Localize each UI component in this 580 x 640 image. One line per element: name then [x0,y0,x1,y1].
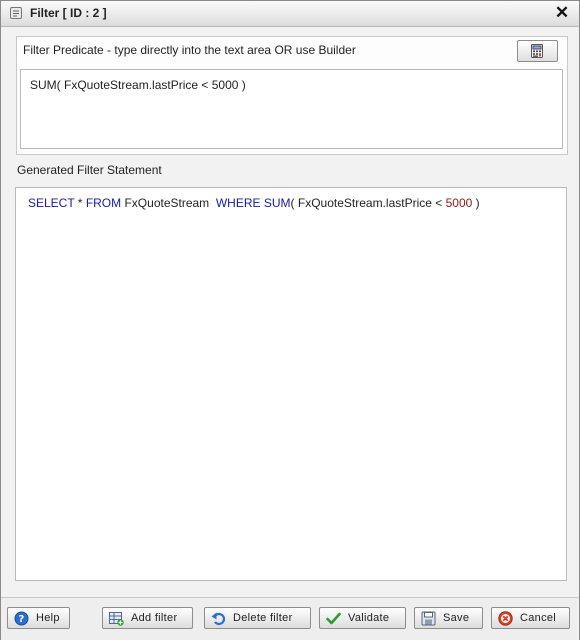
cancel-icon [498,611,513,626]
sql-open-paren: ( [290,196,298,210]
sql-stream-name: FxQuoteStream [121,196,216,210]
undo-icon [211,612,226,626]
sql-field: FxQuoteStream.lastPrice [297,196,432,210]
svg-text:?: ? [18,614,24,625]
cancel-button[interactable]: Cancel [491,607,570,629]
close-icon: ✕ [554,3,570,22]
delete-filter-button[interactable]: Delete filter [204,607,311,629]
sql-keyword-from: FROM [85,196,122,210]
filter-predicate-value: SUM( FxQuoteStream.lastPrice < 5000 ) [30,78,246,92]
add-filter-icon [109,612,124,626]
sql-operator: < [431,196,446,210]
add-filter-label: Add filter [131,612,178,624]
sql-close-paren: ) [472,196,480,210]
filter-predicate-panel: Filter Predicate - type directly into th… [16,36,568,155]
calculator-icon [531,44,543,58]
help-icon: ? [14,611,29,626]
floppy-disk-icon [421,611,436,626]
add-filter-button[interactable]: Add filter [102,607,193,629]
save-label: Save [443,612,470,624]
filter-predicate-textarea[interactable]: SUM( FxQuoteStream.lastPrice < 5000 ) [20,69,563,149]
filter-dialog: Filter [ ID : 2 ] ✕ Filter Predicate - t… [0,0,580,640]
validate-label: Validate [348,612,390,624]
cancel-label: Cancel [520,612,557,624]
sql-star: * [74,196,86,210]
sql-number: 5000 [445,196,473,210]
help-button[interactable]: ? Help [7,607,70,629]
sql-keyword-select: SELECT [28,196,75,210]
sql-function-sum: SUM [263,196,291,210]
filter-dialog-icon [9,6,23,20]
generated-statement-area[interactable]: SELECT * FROM FxQuoteStream WHERE SUM( F… [15,187,567,581]
button-bar: ? Help Add filter Delete filter Validate… [1,597,579,640]
sql-keyword-where: WHERE [215,196,261,210]
title-bar[interactable]: Filter [ ID : 2 ] ✕ [1,1,579,27]
validate-button[interactable]: Validate [319,607,406,629]
delete-filter-label: Delete filter [233,612,293,624]
builder-button[interactable] [517,40,558,62]
close-button[interactable]: ✕ [554,4,570,22]
dialog-title: Filter [ ID : 2 ] [30,6,107,20]
filter-predicate-label: Filter Predicate - type directly into th… [23,43,356,57]
check-icon [326,612,341,625]
generated-statement-line: SELECT * FROM FxQuoteStream WHERE SUM( F… [28,196,480,210]
generated-statement-label: Generated Filter Statement [17,163,162,177]
help-label: Help [36,612,60,624]
save-button[interactable]: Save [414,607,483,629]
